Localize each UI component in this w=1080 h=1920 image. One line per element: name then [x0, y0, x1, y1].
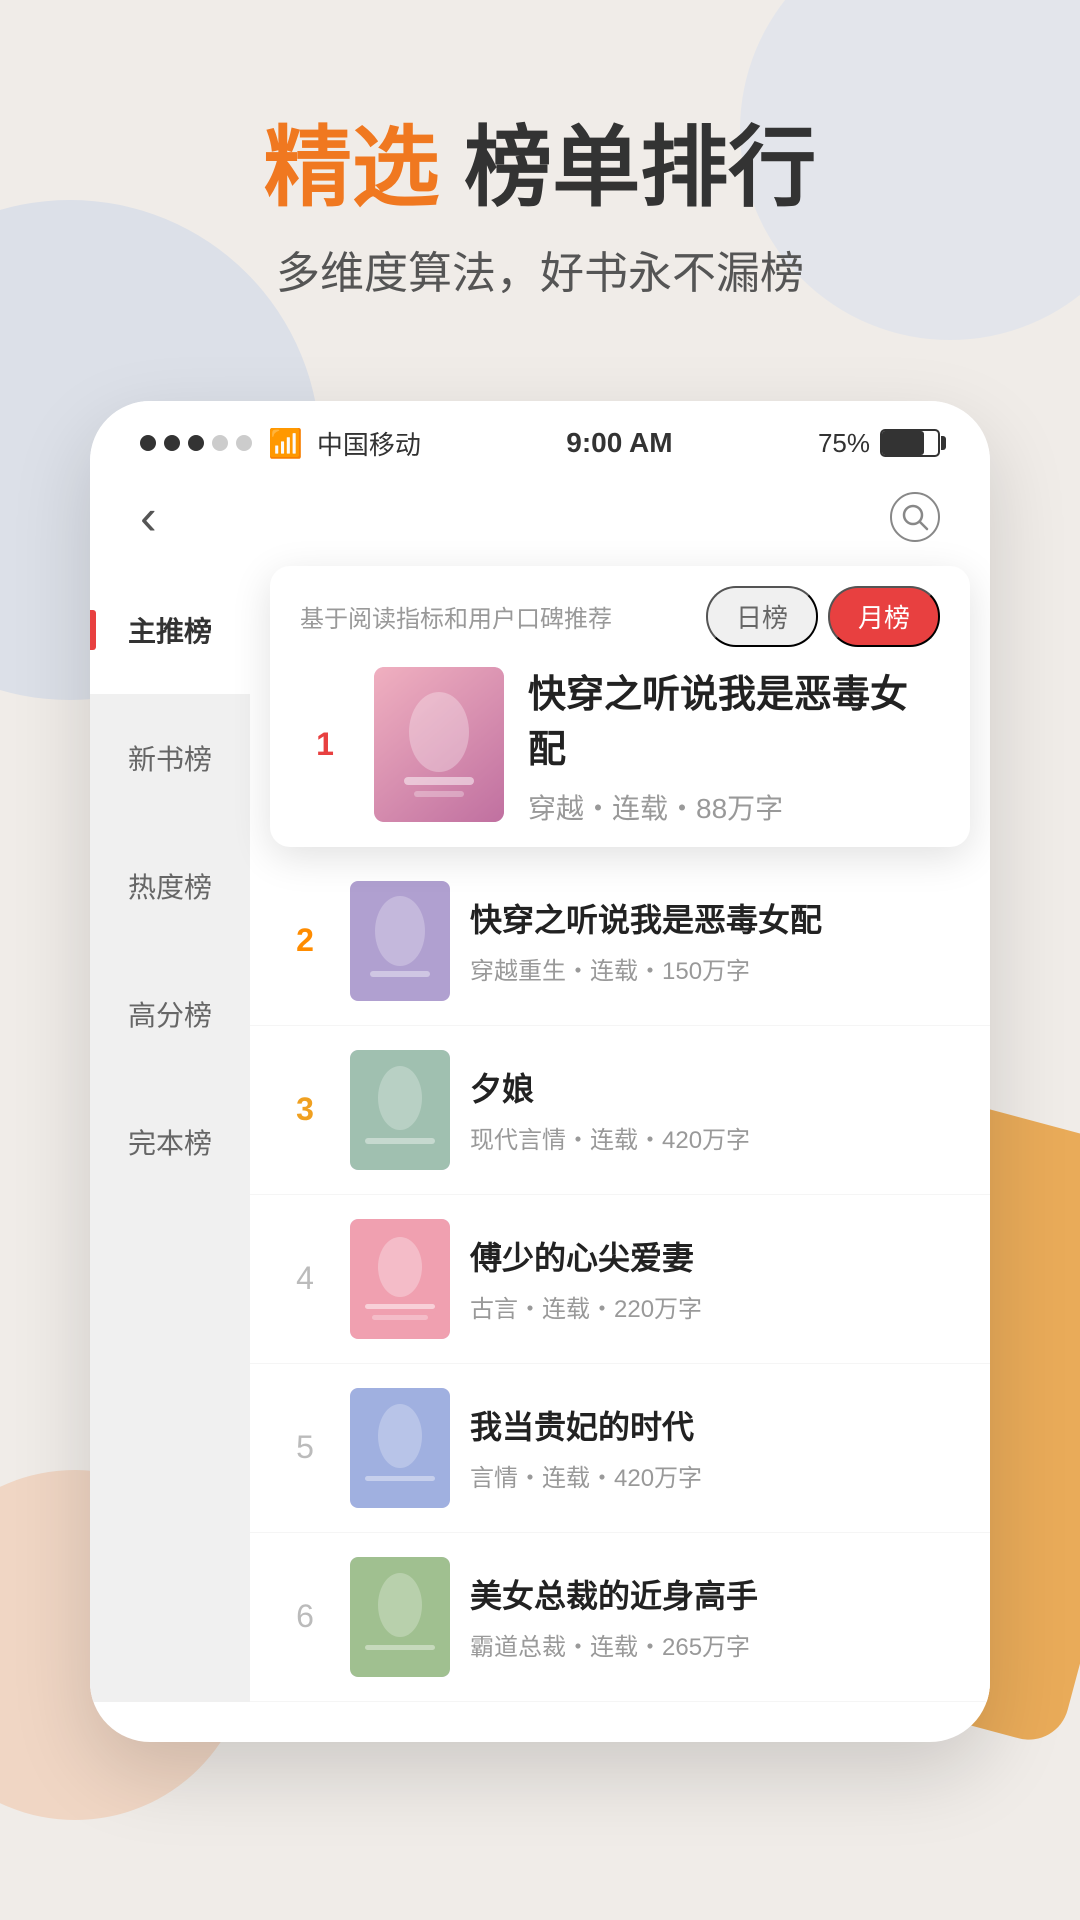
sidebar-item-completed[interactable]: 完本榜: [90, 1078, 250, 1206]
cover-art-5: [350, 1388, 450, 1508]
title-2: 快穿之听说我是恶毒女配: [470, 895, 960, 941]
book-info-2: 快穿之听说我是恶毒女配 穿越重生・连载・150万字: [470, 895, 960, 986]
tab-daily[interactable]: 日榜: [706, 586, 818, 647]
signal-dot-1: [140, 435, 156, 451]
meta-6: 霸道总裁・连载・265万字: [470, 1627, 960, 1662]
tab-monthly[interactable]: 月榜: [828, 586, 940, 647]
book-list: 2 快穿之听说我是恶毒女配 穿越重生・连载・150万字: [250, 857, 990, 1702]
phone-mockup: 📶 中国移动 9:00 AM 75% ‹ 主推榜 新书榜: [90, 401, 990, 1742]
cover-3: [350, 1050, 450, 1170]
cover-2: [350, 881, 450, 1001]
title-orange: 精选: [264, 118, 440, 217]
battery-fill: [882, 431, 924, 455]
signal-dot-3: [188, 435, 204, 451]
right-content: 基于阅读指标和用户口碑推荐 日榜 月榜 1: [250, 566, 990, 1702]
battery-percentage: 75%: [818, 428, 870, 459]
cover-5: [350, 1388, 450, 1508]
filter-tabs: 日榜 月榜: [706, 586, 940, 647]
title-6: 美女总裁的近身高手: [470, 1571, 960, 1617]
status-time: 9:00 AM: [566, 427, 672, 459]
page-header: 精选 榜单排行 多维度算法，好书永不漏榜: [0, 0, 1080, 361]
sidebar: 主推榜 新书榜 热度榜 高分榜 完本榜: [90, 566, 250, 1702]
title-5: 我当贵妃的时代: [470, 1402, 960, 1448]
meta-2: 穿越重生・连载・150万字: [470, 951, 960, 986]
book-info-3: 夕娘 现代言情・连载・420万字: [470, 1064, 960, 1155]
header-title: 精选 榜单排行: [60, 120, 1020, 217]
signal-dot-2: [164, 435, 180, 451]
rank-6: 6: [280, 1598, 330, 1635]
featured-book-row[interactable]: 1: [300, 663, 940, 827]
book-info-6: 美女总裁的近身高手 霸道总裁・连载・265万字: [470, 1571, 960, 1662]
cover-6: [350, 1557, 450, 1677]
cover-art-6: [350, 1557, 450, 1677]
book-item-3[interactable]: 3 夕娘 现代言情・连载・420万字: [250, 1026, 990, 1195]
content-area: 主推榜 新书榜 热度榜 高分榜 完本榜 基于阅读指标和用户口碑推荐: [90, 566, 990, 1702]
filter-description: 基于阅读指标和用户口碑推荐: [300, 599, 612, 634]
cover-art-4: [350, 1219, 450, 1339]
book-item-5[interactable]: 5 我当贵妃的时代 言情・连载・420万字: [250, 1364, 990, 1533]
sidebar-item-new-books[interactable]: 新书榜: [90, 694, 250, 822]
meta-4: 古言・连载・220万字: [470, 1289, 960, 1324]
featured-meta: 穿越・连载・88万字: [528, 787, 940, 827]
book-item-4[interactable]: 4 傅少的心尖爱妻 古言・连载・220万字: [250, 1195, 990, 1364]
meta-5: 言情・连载・420万字: [470, 1458, 960, 1493]
rank-4: 4: [280, 1260, 330, 1297]
sidebar-item-hot[interactable]: 热度榜: [90, 822, 250, 950]
title-3: 夕娘: [470, 1064, 960, 1110]
carrier-text: 中国移动: [317, 425, 421, 462]
sidebar-item-main-rank[interactable]: 主推榜: [90, 566, 250, 694]
featured-cover-art: [374, 667, 504, 822]
meta-3: 现代言情・连载・420万字: [470, 1120, 960, 1155]
featured-cover: [374, 667, 504, 822]
search-button[interactable]: [890, 492, 940, 542]
signal-dot-4: [212, 435, 228, 451]
book-info-4: 傅少的心尖爱妻 古言・连载・220万字: [470, 1233, 960, 1324]
wifi-icon: 📶: [268, 427, 303, 460]
rank-5: 5: [280, 1429, 330, 1466]
status-left: 📶 中国移动: [140, 425, 421, 462]
book-info-5: 我当贵妃的时代 言情・连载・420万字: [470, 1402, 960, 1493]
rank-2: 2: [280, 922, 330, 959]
cover-art-3: [350, 1050, 450, 1170]
status-right: 75%: [818, 428, 940, 459]
featured-rank: 1: [300, 726, 350, 763]
battery-bar: [880, 429, 940, 457]
search-icon: [901, 503, 929, 531]
status-bar: 📶 中国移动 9:00 AM 75%: [90, 401, 990, 478]
signal-dot-5: [236, 435, 252, 451]
featured-book-info: 快穿之听说我是恶毒女配 穿越・连载・88万字: [528, 663, 940, 827]
sidebar-item-top-score[interactable]: 高分榜: [90, 950, 250, 1078]
title-dark: 榜单排行: [440, 118, 816, 217]
featured-filter-bar: 基于阅读指标和用户口碑推荐 日榜 月榜: [300, 586, 940, 647]
title-4: 傅少的心尖爱妻: [470, 1233, 960, 1279]
header-subtitle: 多维度算法，好书永不漏榜: [60, 237, 1020, 301]
nav-bar: ‹: [90, 478, 990, 566]
featured-title: 快穿之听说我是恶毒女配: [528, 663, 940, 773]
rank-3: 3: [280, 1091, 330, 1128]
book-item-2[interactable]: 2 快穿之听说我是恶毒女配 穿越重生・连载・150万字: [250, 857, 990, 1026]
back-button[interactable]: ‹: [140, 488, 157, 546]
book-item-6[interactable]: 6 美女总裁的近身高手 霸道总裁・连载・265万字: [250, 1533, 990, 1702]
featured-card: 基于阅读指标和用户口碑推荐 日榜 月榜 1: [270, 566, 970, 847]
cover-4: [350, 1219, 450, 1339]
cover-art-2: [350, 881, 450, 1001]
